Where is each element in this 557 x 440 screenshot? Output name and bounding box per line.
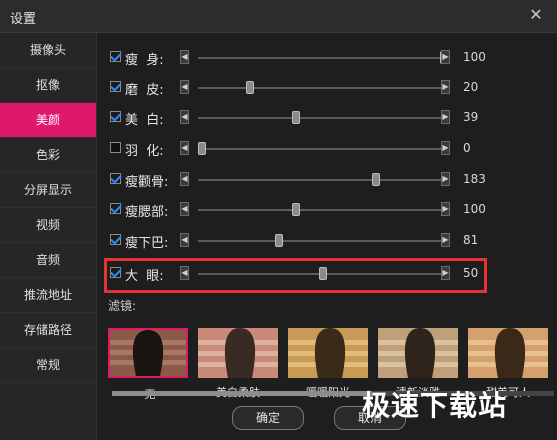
- filter-item-warm-sun[interactable]: 暖暖阳光: [288, 328, 368, 399]
- whitening-checkbox[interactable]: [110, 111, 121, 122]
- slim-body-label: 瘦 身:: [125, 53, 164, 68]
- slim-chin-value: 81: [463, 233, 479, 247]
- sidebar-item-split-screen[interactable]: 分屏显示: [0, 173, 96, 208]
- slim-chin-label: 瘦下巴:: [125, 236, 169, 251]
- slim-chin-thumb[interactable]: [275, 234, 284, 247]
- sidebar-item-beauty[interactable]: 美颜: [0, 103, 96, 138]
- slim-chin-checkbox[interactable]: [110, 234, 121, 245]
- sidebar-item-storage-path[interactable]: 存储路径: [0, 313, 96, 348]
- skin-smooth-track[interactable]: [198, 87, 448, 89]
- skin-smooth-thumb[interactable]: [246, 81, 255, 94]
- skin-smooth-checkbox[interactable]: [110, 81, 121, 92]
- whitening-track[interactable]: [198, 117, 448, 119]
- slim-body-track[interactable]: [198, 57, 448, 59]
- slim-cheek-decrease-button[interactable]: ◀: [180, 202, 189, 216]
- close-icon[interactable]: ✕: [527, 6, 545, 24]
- sidebar-item-video[interactable]: 视频: [0, 208, 96, 243]
- feather-track[interactable]: [198, 148, 448, 150]
- slim-body-checkbox[interactable]: [110, 51, 121, 62]
- feather-thumb[interactable]: [198, 142, 206, 155]
- whitening-increase-button[interactable]: ▶: [441, 110, 450, 124]
- feather-value: 0: [463, 141, 471, 155]
- sidebar-item-stream-url[interactable]: 推流地址: [0, 278, 96, 313]
- title-bar: 设置 ✕: [0, 0, 557, 33]
- slim-cheek-value: 100: [463, 202, 486, 216]
- feather-label: 羽 化:: [125, 144, 164, 159]
- slim-cheek-increase-button[interactable]: ▶: [441, 202, 450, 216]
- filter-thumbnail: [198, 328, 278, 378]
- whitening-label: 美 白:: [125, 113, 164, 128]
- sidebar-item-audio[interactable]: 音频: [0, 243, 96, 278]
- sidebar-item-color[interactable]: 色彩: [0, 138, 96, 173]
- filter-item-fresh[interactable]: 清新淡雅: [378, 328, 458, 399]
- skin-smooth-increase-button[interactable]: ▶: [441, 80, 450, 94]
- slim-cheekbone-thumb[interactable]: [372, 173, 381, 186]
- filter-label: 滤镜:: [108, 299, 137, 313]
- filter-thumbnail: [378, 328, 458, 378]
- slim-cheekbone-decrease-button[interactable]: ◀: [180, 172, 189, 186]
- sidebar-item-keying[interactable]: 抠像: [0, 68, 96, 103]
- slim-cheekbone-track[interactable]: [198, 179, 448, 181]
- filter-strip: 无 美白柔肤 暖暖阳光 清新淡雅: [108, 322, 557, 401]
- whitening-thumb[interactable]: [292, 111, 301, 124]
- slim-body-decrease-button[interactable]: ◀: [180, 50, 189, 64]
- sidebar: 摄像头 抠像 美颜 色彩 分屏显示 视频 音频 推流地址 存储路径 常规: [0, 33, 97, 440]
- sidebar-item-general[interactable]: 常规: [0, 348, 96, 383]
- whitening-value: 39: [463, 110, 479, 124]
- slim-chin-decrease-button[interactable]: ◀: [180, 233, 189, 247]
- slim-cheek-thumb[interactable]: [292, 203, 301, 216]
- feather-checkbox[interactable]: [110, 142, 121, 153]
- slim-body-increase-button[interactable]: ▶: [441, 50, 450, 64]
- window-title: 设置: [10, 12, 37, 27]
- slim-body-value: 100: [463, 50, 486, 64]
- watermark-logo: 极速下载站: [362, 389, 508, 422]
- filter-item-none[interactable]: 无: [108, 328, 188, 401]
- slim-chin-track[interactable]: [198, 240, 448, 242]
- slim-cheek-checkbox[interactable]: [110, 203, 121, 214]
- highlight-box: [104, 258, 487, 293]
- filter-thumbnail: [468, 328, 548, 378]
- slim-cheekbone-value: 183: [463, 172, 486, 186]
- skin-smooth-label: 磨 皮:: [125, 83, 164, 98]
- slim-cheekbone-checkbox[interactable]: [110, 173, 121, 184]
- slim-cheek-label: 瘦腮部:: [125, 205, 169, 220]
- slim-chin-increase-button[interactable]: ▶: [441, 233, 450, 247]
- ok-button[interactable]: 确定: [232, 406, 304, 430]
- filter-item-whitening[interactable]: 美白柔肤: [198, 328, 278, 399]
- slim-cheekbone-label: 瘦颧骨:: [125, 175, 169, 190]
- slim-cheekbone-increase-button[interactable]: ▶: [441, 172, 450, 186]
- filter-scrollbar-thumb[interactable]: [112, 391, 372, 396]
- feather-decrease-button[interactable]: ◀: [180, 141, 189, 155]
- whitening-decrease-button[interactable]: ◀: [180, 110, 189, 124]
- skin-smooth-decrease-button[interactable]: ◀: [180, 80, 189, 94]
- filter-thumbnail: [110, 330, 186, 376]
- skin-smooth-value: 20: [463, 80, 479, 94]
- sidebar-item-camera[interactable]: 摄像头: [0, 33, 96, 68]
- filter-thumbnail: [288, 328, 368, 378]
- feather-increase-button[interactable]: ▶: [441, 141, 450, 155]
- slim-cheek-track[interactable]: [198, 209, 448, 211]
- filter-item-sweet[interactable]: 甜美可人: [468, 328, 548, 399]
